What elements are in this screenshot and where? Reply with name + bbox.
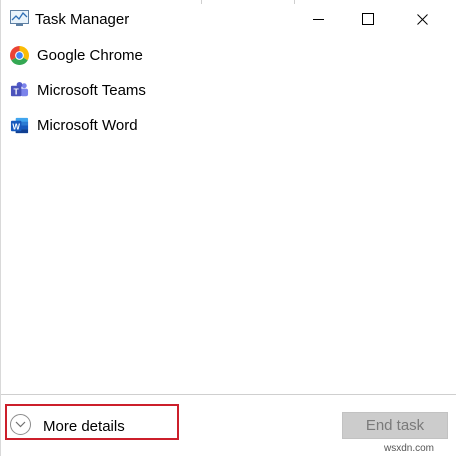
close-icon bbox=[416, 13, 428, 25]
watermark-text: wsxdn.com bbox=[384, 443, 435, 454]
task-manager-window: Task Manager Google Chrome T Microsoft T… bbox=[0, 0, 456, 456]
footer-divider bbox=[1, 394, 456, 395]
process-label: Microsoft Word bbox=[37, 117, 138, 134]
process-item-microsoft-teams[interactable]: T Microsoft Teams bbox=[1, 73, 456, 107]
process-label: Google Chrome bbox=[37, 47, 143, 64]
close-button[interactable] bbox=[397, 0, 447, 38]
window-title: Task Manager bbox=[35, 11, 130, 28]
teams-icon: T bbox=[10, 81, 29, 96]
process-item-microsoft-word[interactable]: W Microsoft Word bbox=[1, 108, 456, 142]
more-details-label[interactable]: More details bbox=[43, 418, 125, 435]
title-bar[interactable]: Task Manager bbox=[1, 0, 456, 38]
end-task-button[interactable]: End task bbox=[342, 412, 448, 439]
svg-text:W: W bbox=[12, 122, 20, 131]
process-item-google-chrome[interactable]: Google Chrome bbox=[1, 38, 456, 72]
word-icon: W bbox=[10, 117, 29, 134]
chevron-down-icon bbox=[10, 414, 31, 435]
svg-text:T: T bbox=[14, 86, 20, 96]
minimize-button[interactable] bbox=[293, 0, 343, 38]
minimize-icon bbox=[312, 18, 324, 20]
process-label: Microsoft Teams bbox=[37, 82, 146, 99]
maximize-icon bbox=[362, 13, 374, 25]
maximize-button[interactable] bbox=[343, 0, 393, 38]
task-manager-icon bbox=[10, 10, 29, 26]
chrome-icon bbox=[10, 46, 29, 65]
